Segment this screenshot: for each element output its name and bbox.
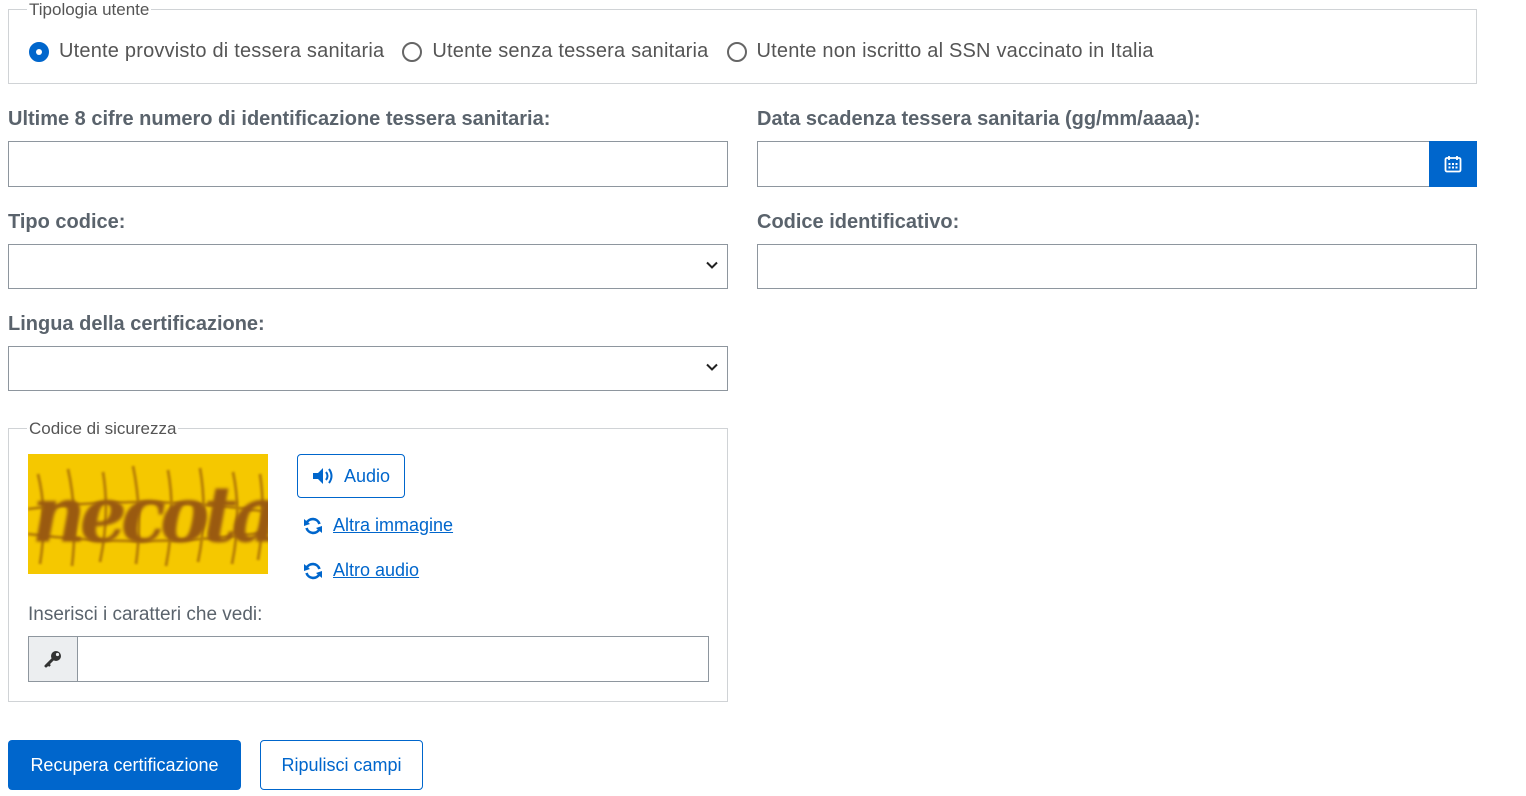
tipo-codice-label: Tipo codice: bbox=[8, 211, 126, 233]
lingua-label: Lingua della certificazione: bbox=[8, 313, 265, 335]
codice-sicurezza-fieldset: Codice di sicurezza necotarn Audio bbox=[8, 420, 728, 702]
radio-button-provvisto[interactable] bbox=[29, 41, 49, 62]
captcha-text: necotarn bbox=[32, 469, 268, 561]
scadenza-label: Data scadenza tessera sanitaria (gg/mm/a… bbox=[757, 108, 1201, 130]
codice-identificativo-field[interactable] bbox=[757, 244, 1477, 289]
altra-immagine-label[interactable]: Altra immagine bbox=[333, 515, 453, 536]
radio-button-senza-tessera[interactable] bbox=[402, 41, 423, 62]
codice-identificativo-input[interactable] bbox=[758, 245, 1476, 288]
radio-label-provvisto: Utente provvisto di tessera sanitaria bbox=[59, 40, 385, 62]
caratteri-label: Inserisci i caratteri che vedi: bbox=[28, 604, 263, 625]
chevron-down-icon bbox=[706, 261, 718, 269]
radio-option-provvisto[interactable]: Utente provvisto di tessera sanitaria bbox=[29, 40, 384, 63]
scadenza-field[interactable] bbox=[757, 141, 1477, 187]
refresh-icon bbox=[304, 562, 322, 579]
lingua-select[interactable] bbox=[8, 346, 728, 391]
radio-option-non-iscritto[interactable]: Utente non iscritto al SSN vaccinato in … bbox=[726, 40, 1154, 63]
audio-button[interactable]: Audio bbox=[297, 454, 405, 498]
altro-audio-link[interactable]: Altro audio bbox=[303, 560, 419, 581]
volume-icon bbox=[312, 468, 333, 484]
altro-audio-label[interactable]: Altro audio bbox=[333, 560, 419, 581]
refresh-icon bbox=[304, 517, 322, 534]
audio-button-label: Audio bbox=[343, 465, 391, 486]
key-addon bbox=[29, 637, 78, 681]
radio-option-senza-tessera[interactable]: Utente senza tessera sanitaria bbox=[402, 40, 708, 63]
radio-label-senza-tessera: Utente senza tessera sanitaria bbox=[432, 40, 709, 62]
scadenza-input[interactable] bbox=[758, 142, 1428, 186]
caratteri-field[interactable] bbox=[28, 636, 709, 682]
cifre-label: Ultime 8 cifre numero di identificazione… bbox=[8, 108, 551, 130]
cifre-field[interactable] bbox=[8, 141, 728, 187]
codice-identificativo-label: Codice identificativo: bbox=[757, 211, 960, 233]
radio-label-non-iscritto: Utente non iscritto al SSN vaccinato in … bbox=[756, 40, 1154, 62]
captcha-image: necotarn bbox=[28, 454, 268, 574]
calendar-icon bbox=[1444, 156, 1462, 173]
codice-sicurezza-legend: Codice di sicurezza bbox=[27, 419, 179, 438]
tipologia-utente-fieldset: Tipologia utente Utente provvisto di tes… bbox=[8, 1, 1477, 84]
recupera-certificazione-button[interactable]: Recupera certificazione bbox=[8, 740, 241, 790]
altra-immagine-link[interactable]: Altra immagine bbox=[303, 515, 453, 536]
tipo-codice-select[interactable] bbox=[8, 244, 728, 289]
tipologia-radio-group: Utente provvisto di tessera sanitaria Ut… bbox=[29, 40, 1172, 63]
cifre-input[interactable] bbox=[9, 142, 727, 186]
calendar-button[interactable] bbox=[1429, 141, 1477, 187]
radio-button-non-iscritto[interactable] bbox=[726, 41, 747, 62]
ripulisci-campi-button[interactable]: Ripulisci campi bbox=[260, 740, 423, 790]
chevron-down-icon bbox=[706, 363, 718, 371]
caratteri-input[interactable] bbox=[78, 637, 708, 681]
key-icon bbox=[44, 651, 61, 668]
tipologia-utente-legend: Tipologia utente bbox=[27, 0, 152, 19]
